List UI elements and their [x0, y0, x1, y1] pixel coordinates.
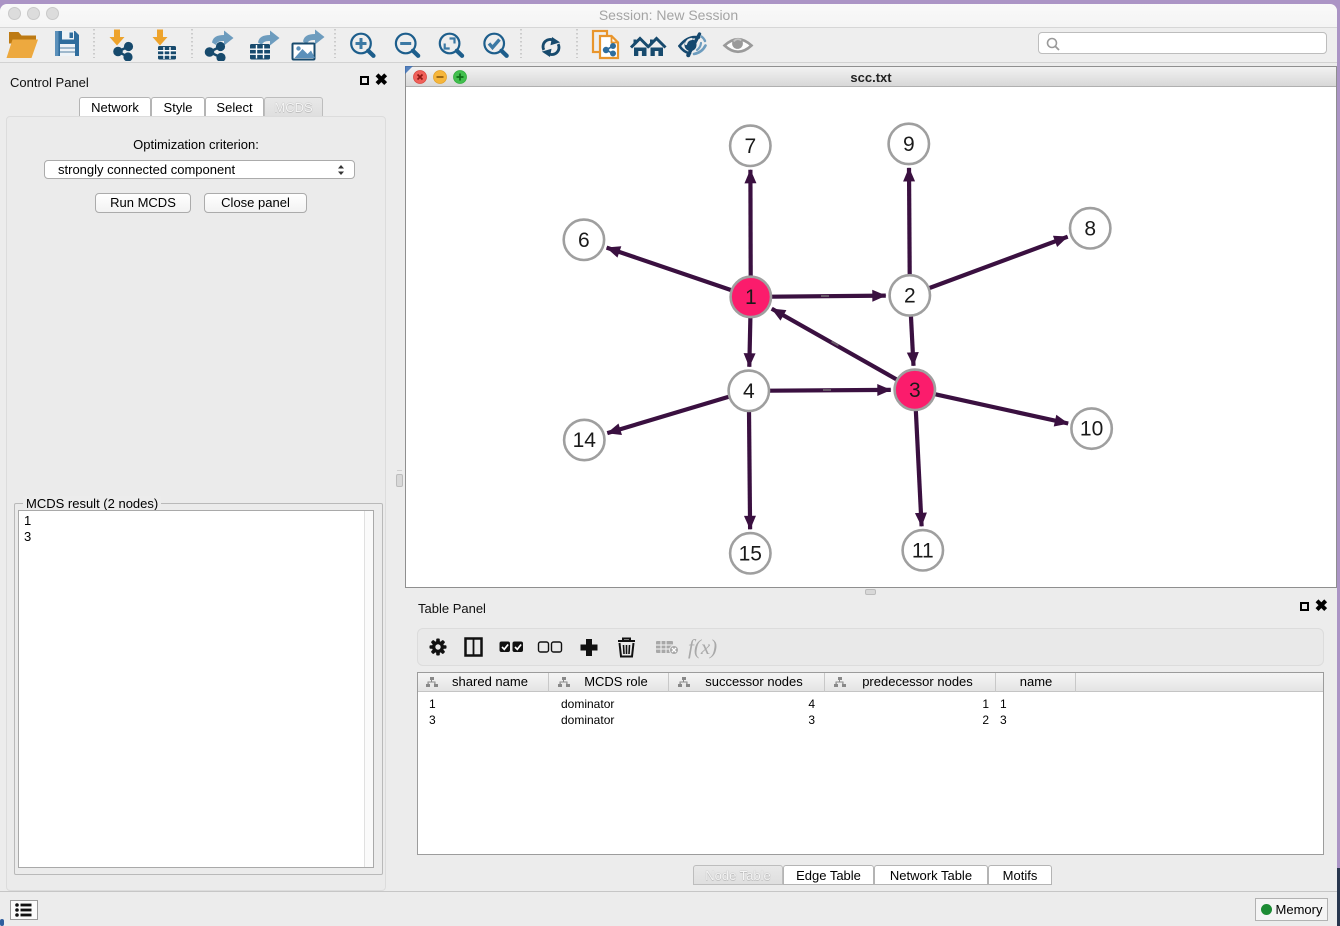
svg-text:11: 11 [912, 539, 934, 562]
svg-text:3: 3 [909, 379, 921, 402]
svg-text:2: 2 [904, 284, 916, 307]
svg-text:14: 14 [573, 429, 597, 452]
svg-text:15: 15 [739, 542, 762, 565]
svg-text:4: 4 [743, 380, 755, 403]
svg-text:6: 6 [578, 229, 590, 252]
svg-text:1: 1 [745, 286, 757, 309]
svg-text:10: 10 [1080, 418, 1103, 441]
svg-text:8: 8 [1084, 217, 1096, 240]
svg-text:f(x): f(x) [688, 635, 717, 659]
svg-text:7: 7 [744, 135, 756, 158]
svg-text:9: 9 [903, 133, 915, 156]
